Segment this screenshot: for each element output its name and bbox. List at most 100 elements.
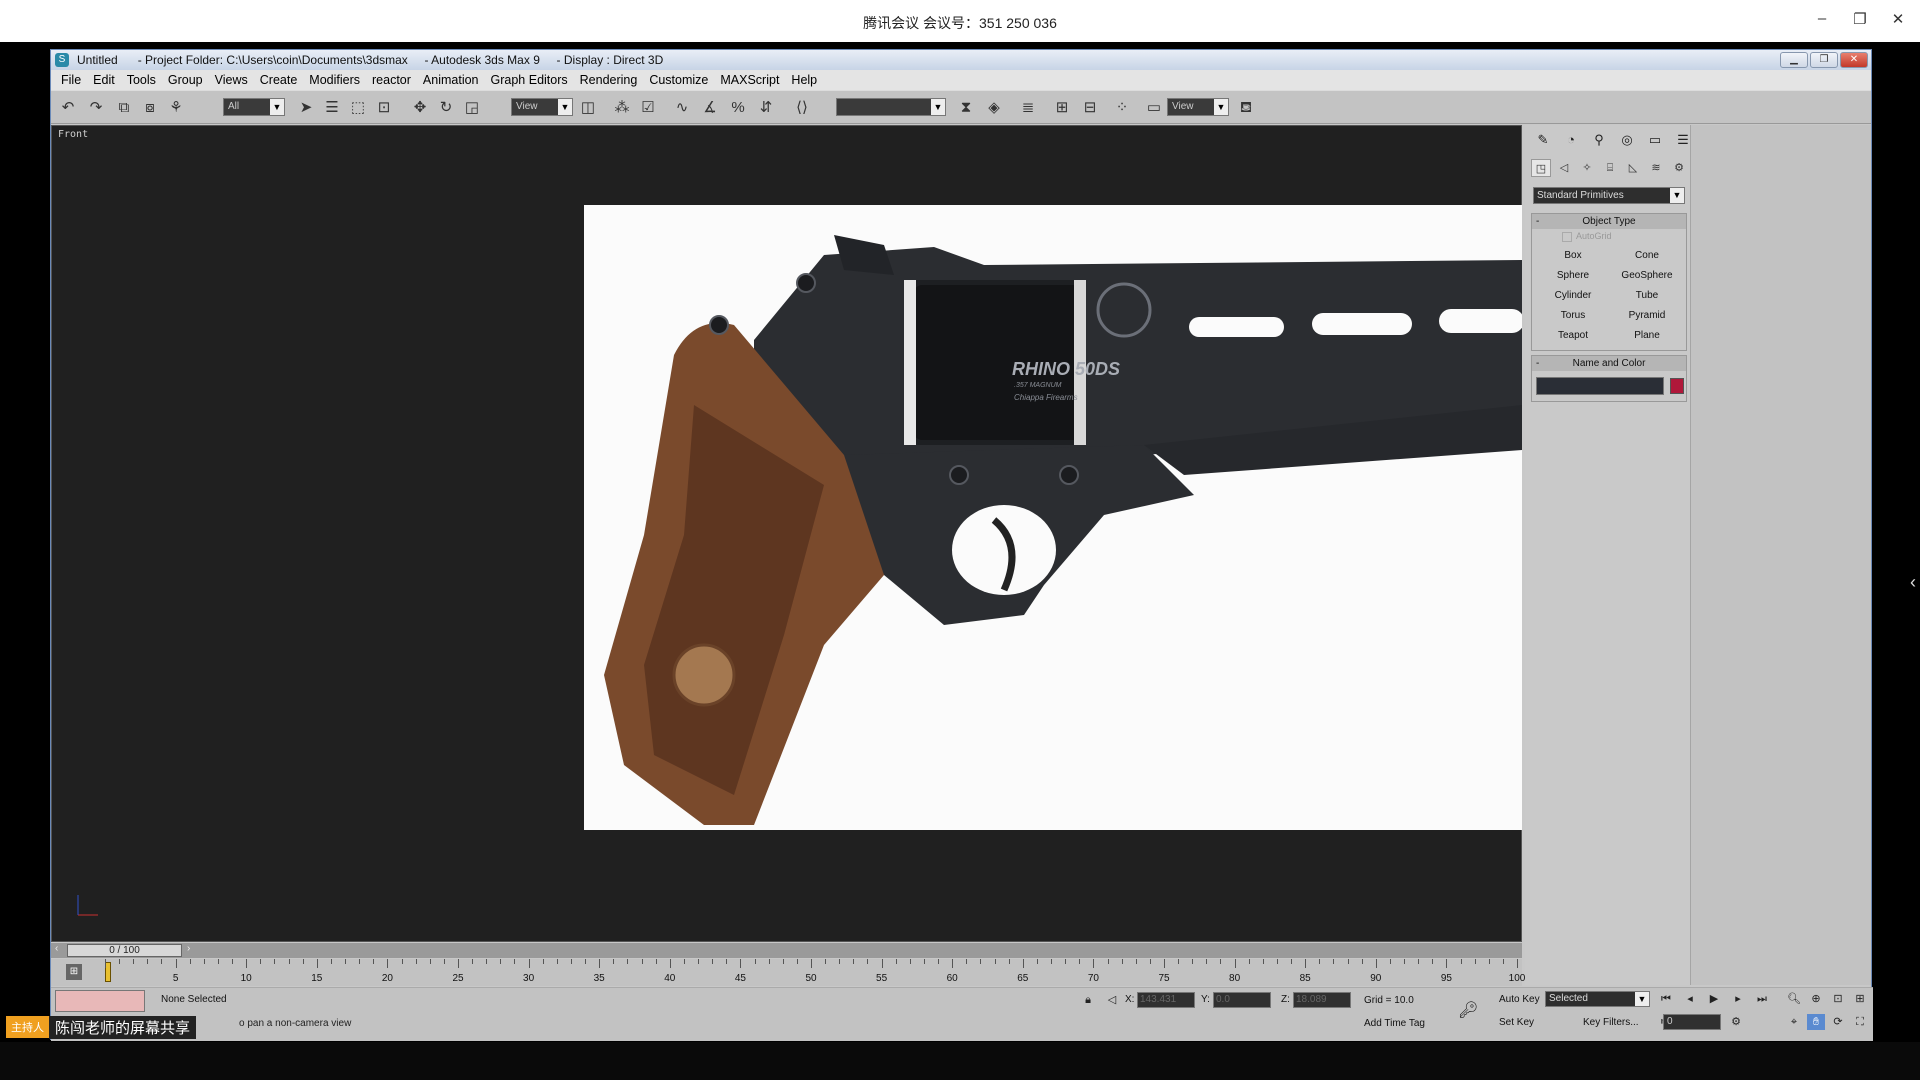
systems-icon[interactable]: ⚙ <box>1669 159 1689 177</box>
helpers-icon[interactable]: ◺ <box>1623 159 1643 177</box>
bind-space-warp-icon[interactable]: ⚘ <box>165 97 187 119</box>
keyboard-shortcut-icon[interactable]: ☑ <box>637 97 659 119</box>
plane-button[interactable]: Plane <box>1612 327 1682 344</box>
key-icon[interactable]: 🔑︎ <box>1458 1000 1478 1020</box>
named-selection-dropdown[interactable]: ▼ <box>836 98 946 116</box>
curve-editor-icon[interactable]: ⊞ <box>1051 97 1073 119</box>
move-icon[interactable]: ✥ <box>409 97 431 119</box>
menu-maxscript[interactable]: MAXScript <box>716 70 787 90</box>
minimize-icon[interactable]: – <box>1812 10 1832 28</box>
z-value-field[interactable]: 18.089 <box>1293 992 1351 1008</box>
hierarchy-tab-icon[interactable]: ⚲ <box>1589 131 1609 149</box>
key-mode-dropdown[interactable]: Selected ▼ <box>1545 991 1650 1007</box>
previous-frame-icon[interactable]: ◂ <box>1681 991 1699 1007</box>
motion-tab-icon[interactable]: ◎ <box>1617 131 1637 149</box>
time-slider[interactable]: ‹ 0 / 100 › <box>51 943 1522 958</box>
pivot-center-icon[interactable]: ◫ <box>577 97 599 119</box>
absolute-mode-icon[interactable]: ◁ <box>1103 992 1121 1008</box>
zoom-extents-icon[interactable]: ⊡ <box>1829 991 1847 1007</box>
display-tab-icon[interactable]: ▭ <box>1645 131 1665 149</box>
front-viewport[interactable]: Front RHINO 50DS .357 MAGNUM Chiappa Fir… <box>51 125 1522 942</box>
scale-icon[interactable]: ◲ <box>461 97 483 119</box>
viewport-label[interactable]: Front <box>58 129 88 140</box>
layer-manager-icon[interactable]: ≣ <box>1017 97 1039 119</box>
select-manipulate-icon[interactable]: ⁂ <box>611 97 633 119</box>
menu-help[interactable]: Help <box>787 70 825 90</box>
menu-edit[interactable]: Edit <box>89 70 123 90</box>
rotate-icon[interactable]: ↻ <box>435 97 457 119</box>
select-by-name-icon[interactable]: ☰ <box>321 97 343 119</box>
menu-reactor[interactable]: reactor <box>368 70 419 90</box>
select-object-icon[interactable]: ➤ <box>295 97 317 119</box>
auto-key-button[interactable]: Auto Key <box>1499 994 1540 1005</box>
zoom-icon[interactable]: 🔍︎ <box>1785 991 1803 1007</box>
zoom-all-icon[interactable]: ⊕ <box>1807 991 1825 1007</box>
geosphere-button[interactable]: GeoSphere <box>1612 267 1682 284</box>
tube-button[interactable]: Tube <box>1612 287 1682 304</box>
shapes-icon[interactable]: ◁ <box>1554 159 1574 177</box>
menu-views[interactable]: Views <box>211 70 256 90</box>
geometry-icon[interactable]: ◳ <box>1531 159 1551 177</box>
utilities-tab-icon[interactable]: ☰ <box>1673 131 1693 149</box>
link-icon[interactable]: ⧉ <box>113 97 135 119</box>
menu-group[interactable]: Group <box>164 70 211 90</box>
pyramid-button[interactable]: Pyramid <box>1612 307 1682 324</box>
box-button[interactable]: Box <box>1538 247 1608 264</box>
angle-snap-icon[interactable]: ∡ <box>699 97 721 119</box>
go-to-start-icon[interactable]: ⏮ <box>1657 991 1675 1007</box>
x-value-field[interactable]: 143.431 <box>1137 992 1195 1008</box>
quick-render-icon[interactable]: ⛾ <box>1235 97 1257 119</box>
reference-coordinate-dropdown[interactable]: View ▼ <box>511 98 573 116</box>
chevron-left-icon[interactable]: ‹ <box>1910 572 1916 593</box>
go-to-end-icon[interactable]: ⏭ <box>1753 991 1771 1007</box>
schematic-view-icon[interactable]: ⊟ <box>1079 97 1101 119</box>
max-minimize-button[interactable]: ▁ <box>1780 52 1808 68</box>
create-tab-icon[interactable]: ✎ <box>1533 131 1553 149</box>
pan-view-icon[interactable]: ✋︎ <box>1807 1014 1825 1030</box>
menu-tools[interactable]: Tools <box>123 70 164 90</box>
maximize-viewport-icon[interactable]: ⛶ <box>1851 1014 1869 1030</box>
snap-toggle-icon[interactable]: ∿ <box>671 97 693 119</box>
teapot-button[interactable]: Teapot <box>1538 327 1608 344</box>
menu-rendering[interactable]: Rendering <box>576 70 646 90</box>
time-prev-icon[interactable]: ‹ <box>55 943 58 954</box>
lock-icon[interactable]: 🔒︎ <box>1079 992 1097 1008</box>
material-editor-icon[interactable]: ⁘ <box>1111 97 1133 119</box>
trackbar-key-icon[interactable]: ⊞ <box>66 964 82 980</box>
current-frame-field[interactable]: 0 <box>1663 1014 1721 1030</box>
restore-icon[interactable]: ❐ <box>1850 10 1870 28</box>
track-bar[interactable]: ⊞ 5 10 15 20 25 30 35 40 45 50 55 60 65 70 75 80 85 90 95 1… <box>51 959 1525 986</box>
next-frame-icon[interactable]: ▸ <box>1729 991 1747 1007</box>
cylinder-button[interactable]: Cylinder <box>1538 287 1608 304</box>
maxscript-listener-box[interactable] <box>55 990 145 1012</box>
align-icon[interactable]: ◈ <box>983 97 1005 119</box>
render-view-dropdown[interactable]: View ▼ <box>1167 98 1229 116</box>
menu-animation[interactable]: Animation <box>419 70 487 90</box>
edit-named-selection-icon[interactable]: ⟨⟩ <box>791 97 813 119</box>
window-crossing-icon[interactable]: ⊡ <box>373 97 395 119</box>
autogrid-checkbox[interactable]: AutoGrid <box>1532 229 1686 245</box>
category-dropdown[interactable]: Standard Primitives ▼ <box>1533 187 1685 204</box>
arc-rotate-icon[interactable]: ⟳ <box>1829 1014 1847 1030</box>
menu-graph-editors[interactable]: Graph Editors <box>487 70 576 90</box>
field-of-view-icon[interactable]: ⌖ <box>1785 1014 1803 1030</box>
spinner-snap-icon[interactable]: ⇵ <box>755 97 777 119</box>
max-close-button[interactable]: ✕ <box>1840 52 1868 68</box>
set-key-button[interactable]: Set Key <box>1499 1017 1534 1028</box>
percent-snap-icon[interactable]: % <box>727 97 749 119</box>
rect-selection-icon[interactable]: ⬚ <box>347 97 369 119</box>
time-config-icon[interactable]: ⚙ <box>1727 1014 1745 1030</box>
menu-modifiers[interactable]: Modifiers <box>305 70 368 90</box>
menu-file[interactable]: File <box>57 70 89 90</box>
render-setup-icon[interactable]: ▭ <box>1143 97 1165 119</box>
object-name-input[interactable] <box>1536 377 1664 395</box>
unlink-icon[interactable]: ⧇ <box>139 97 161 119</box>
undo-icon[interactable]: ↶ <box>57 97 79 119</box>
sphere-button[interactable]: Sphere <box>1538 267 1608 284</box>
modify-tab-icon[interactable]: ◔ <box>1561 131 1581 149</box>
cone-button[interactable]: Cone <box>1612 247 1682 264</box>
torus-button[interactable]: Torus <box>1538 307 1608 324</box>
time-next-icon[interactable]: › <box>187 943 190 954</box>
time-slider-knob[interactable]: 0 / 100 <box>67 944 182 957</box>
lights-icon[interactable]: ✧ <box>1577 159 1597 177</box>
